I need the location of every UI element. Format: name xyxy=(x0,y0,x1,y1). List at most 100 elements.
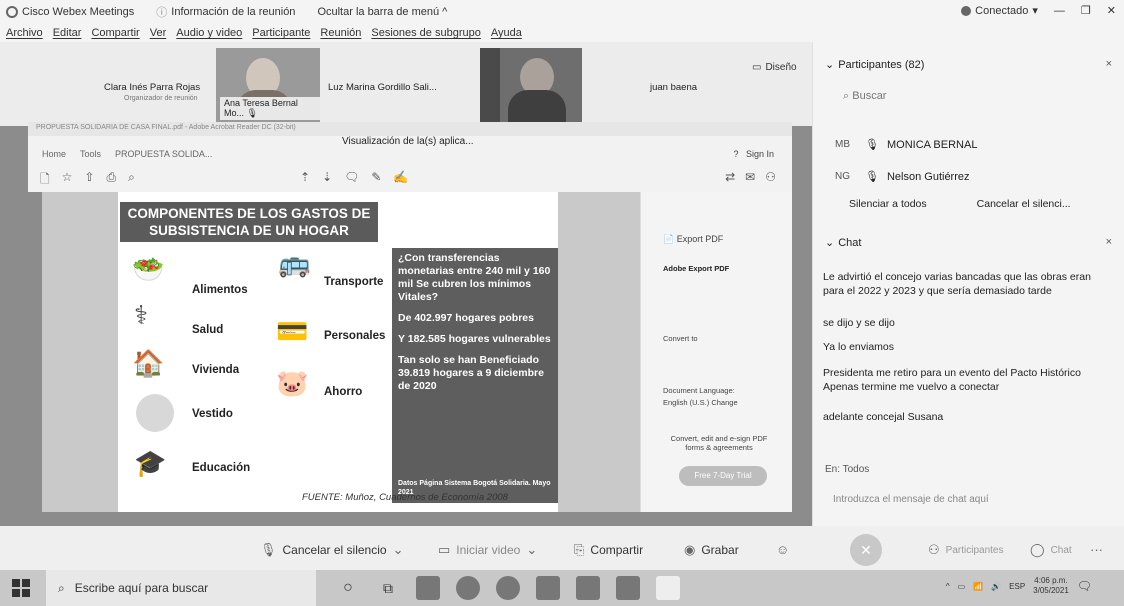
close-icon[interactable]: ✕ xyxy=(1107,4,1116,17)
layout-label: Diseño xyxy=(765,62,797,73)
reactions-button[interactable]: ☺ xyxy=(776,542,789,557)
acrobat-tab-tools[interactable]: Tools xyxy=(80,149,101,159)
video-tile-ana[interactable]: Ana Teresa Bernal Mo... 🎙 xyxy=(216,48,320,122)
mic-icon: 🎙 xyxy=(865,171,879,183)
taskbar-search[interactable]: ⌕ Escribe aquí para buscar xyxy=(46,570,316,606)
print-icon[interactable]: ⎙ xyxy=(106,170,116,191)
menu-audio-video[interactable]: Audio y video xyxy=(176,27,242,39)
bookmark-icon[interactable]: ☆ xyxy=(62,170,73,191)
meeting-info-button[interactable]: ⓘ Información de la reunión xyxy=(156,4,295,20)
chat-input[interactable]: Introduzca el mensaje de chat aquí xyxy=(833,494,989,505)
slide-title: COMPONENTES DE LOS GASTOS DE SUBSISTENCI… xyxy=(120,202,378,242)
more-options-button[interactable]: ··· xyxy=(1090,542,1103,557)
close-participants-icon[interactable]: × xyxy=(1106,58,1112,70)
end-meeting-button[interactable]: ✕ xyxy=(850,534,882,566)
word-icon[interactable] xyxy=(576,576,600,600)
layout-button[interactable]: ▭ Diseño xyxy=(752,62,797,73)
participant-row[interactable]: NG 🎙 Nelson Gutiérrez xyxy=(835,170,970,184)
participant-name: MONICA BERNAL xyxy=(886,138,978,151)
start-video-label: Iniciar video xyxy=(456,543,521,557)
piggy-bank-icon: 🐷 xyxy=(276,368,309,398)
connection-status[interactable]: Conectado ▾ xyxy=(961,4,1038,17)
connected-icon xyxy=(961,5,972,16)
participant-initials: MB xyxy=(835,139,850,150)
notifications-icon[interactable]: 🗨 xyxy=(1077,579,1092,593)
start-video-button[interactable]: ▭ Iniciar video ⌄ xyxy=(438,542,537,558)
file-explorer-icon[interactable] xyxy=(416,576,440,600)
menu-bar: Archivo Editar Compartir Ver Audio y vid… xyxy=(0,24,1124,42)
language-indicator[interactable]: ESP xyxy=(1009,582,1025,591)
cat-alimentos: Alimentos xyxy=(192,284,248,296)
sign-icon[interactable]: ✍ xyxy=(393,170,408,184)
menu-sesiones[interactable]: Sesiones de subgrupo xyxy=(371,27,480,39)
clock-date: 3/05/2021 xyxy=(1033,586,1069,595)
acrobat-tools-mid: ⇡ ⇣ 🗨 ✎ ✍ xyxy=(300,170,408,184)
unmute-button[interactable]: 🎙 Cancelar el silencio ⌄ xyxy=(260,542,403,558)
participants-search[interactable]: ⌕ Buscar xyxy=(843,90,886,103)
cortana-icon[interactable]: ○ xyxy=(336,576,360,600)
participants-panel-button[interactable]: ⚇ Participantes xyxy=(928,542,1003,558)
arrow-down-icon[interactable]: ⇣ xyxy=(322,170,332,184)
excel-icon[interactable] xyxy=(616,576,640,600)
share-button[interactable]: ⎘ Compartir xyxy=(574,542,643,558)
acrobat-sign-in[interactable]: ? Sign In xyxy=(733,149,774,159)
participants-panel-label: Participantes xyxy=(945,544,1004,556)
windows-start-icon[interactable] xyxy=(12,579,30,597)
menu-archivo[interactable]: Archivo xyxy=(6,27,43,39)
record-button[interactable]: ◉ Grabar xyxy=(684,542,739,558)
free-trial-button[interactable]: Free 7-Day Trial xyxy=(679,466,767,486)
minimize-icon[interactable]: — xyxy=(1054,5,1065,17)
search-icon[interactable]: ⌕ xyxy=(128,170,135,191)
chat-recipient-select[interactable]: En: Todos xyxy=(825,464,869,475)
menu-ayuda[interactable]: Ayuda xyxy=(491,27,522,39)
menu-reunion[interactable]: Reunión xyxy=(320,27,361,39)
chat-message: se dijo y se dijo xyxy=(823,317,895,329)
pen-icon[interactable]: ✎ xyxy=(371,170,381,184)
chat-header[interactable]: ⌄ Chat xyxy=(825,236,861,250)
acrobat-tab-home[interactable]: Home xyxy=(42,149,66,159)
webex-taskbar-icon[interactable] xyxy=(656,576,680,600)
window-controls: Conectado ▾ — ❐ ✕ xyxy=(961,4,1116,17)
upload-icon[interactable]: ⇧ xyxy=(84,170,94,191)
photos-icon[interactable] xyxy=(536,576,560,600)
menu-ver[interactable]: Ver xyxy=(150,27,167,39)
record-label: Grabar xyxy=(701,543,739,557)
unmute-all-button[interactable]: Cancelar el silenci... xyxy=(977,198,1071,210)
chat-message: Presidenta me retiro para un evento del … xyxy=(823,367,1081,393)
add-user-icon[interactable]: ⚇ xyxy=(765,170,776,184)
new-file-icon[interactable]: 🗋 xyxy=(40,170,50,191)
arrow-up-icon[interactable]: ⇡ xyxy=(300,170,310,184)
tray-chevron-icon[interactable]: ^ xyxy=(946,582,950,591)
chevron-down-icon: ⌄ xyxy=(526,542,538,557)
close-chat-icon[interactable]: × xyxy=(1106,236,1112,248)
doc-language-value[interactable]: English (U.S.) Change xyxy=(663,398,738,407)
menu-participante[interactable]: Participante xyxy=(252,27,310,39)
export-pdf-header[interactable]: 📄 Export PDF xyxy=(663,234,723,245)
chrome-icon[interactable] xyxy=(496,576,520,600)
hide-menu-button[interactable]: Ocultar la barra de menú ^ xyxy=(317,6,447,18)
video-tile-juan-video[interactable] xyxy=(480,48,582,122)
edge-icon[interactable] xyxy=(456,576,480,600)
acrobat-tab-document[interactable]: PROPUESTA SOLIDA... xyxy=(115,149,212,159)
participants-header[interactable]: ⌄ Participantes (82) xyxy=(825,58,924,72)
comment-icon[interactable]: 🗨 xyxy=(344,170,359,184)
help-icon[interactable]: ? xyxy=(733,149,738,159)
right-panel: ⌄ Participantes (82) × ⌕ Buscar MB 🎙 MON… xyxy=(812,42,1124,526)
task-view-icon[interactable]: ⧉ xyxy=(376,576,400,600)
battery-icon[interactable]: ▭ xyxy=(958,582,966,591)
volume-icon[interactable]: 🔊 xyxy=(991,582,1001,591)
mute-all-button[interactable]: Silenciar a todos xyxy=(849,198,927,210)
chat-icon: ◯ xyxy=(1030,542,1045,557)
clock[interactable]: 4:06 p.m. 3/05/2021 xyxy=(1033,576,1069,596)
participant-row[interactable]: MB 🎙 MONICA BERNAL xyxy=(835,138,978,152)
network-icon[interactable]: 📶 xyxy=(973,582,983,591)
mail-icon[interactable]: ✉ xyxy=(745,170,755,184)
share-view-label: Visualización de la(s) aplica... xyxy=(342,136,474,147)
menu-editar[interactable]: Editar xyxy=(53,27,82,39)
restore-icon[interactable]: ❐ xyxy=(1081,4,1091,17)
chat-panel-button[interactable]: ◯ Chat xyxy=(1030,542,1072,558)
info-icon: ⓘ xyxy=(156,7,168,19)
share-icon[interactable]: ⇄ xyxy=(725,170,735,184)
menu-compartir[interactable]: Compartir xyxy=(91,27,139,39)
slide-source-footnote: FUENTE: Muñoz, Cuadernos de Economía 200… xyxy=(302,492,508,503)
